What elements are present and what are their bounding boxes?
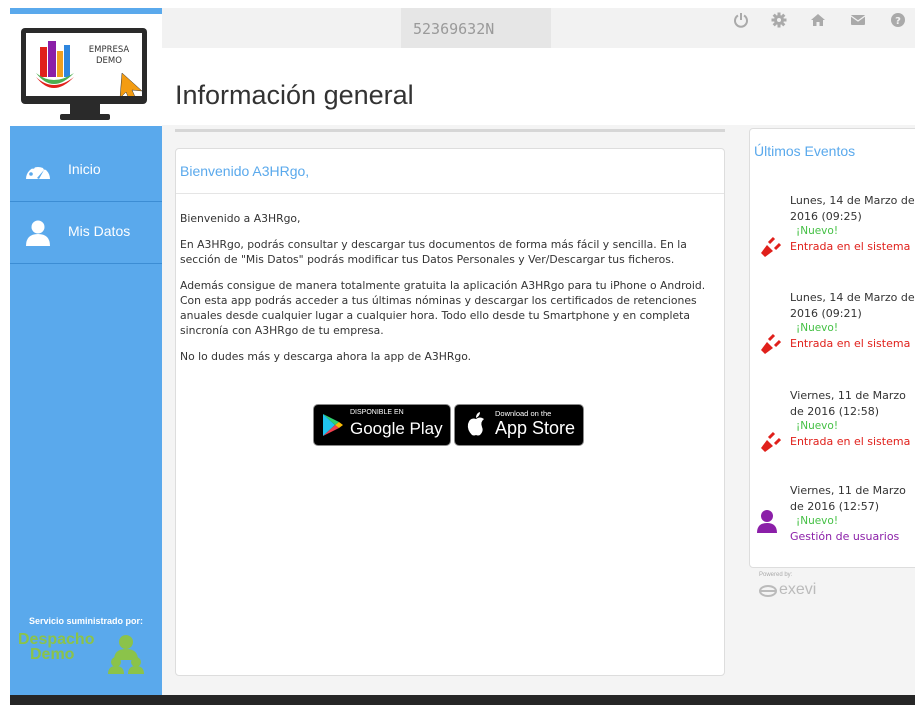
user-icon: [757, 510, 777, 533]
user-id-display: 52369632N: [401, 8, 551, 48]
sidebar: EMPRESA DEMO Inicio Mis Datos Servicio s…: [10, 8, 162, 695]
plug-icon: [756, 333, 781, 359]
events-panel: Últimos Eventos Lunes, 14 de Marzo de 20…: [749, 128, 915, 568]
app-store-big: App Store: [495, 418, 576, 438]
app-store-small: Download on the: [495, 409, 552, 418]
new-badge: ¡Nuevo!: [796, 225, 839, 237]
exevi-mark-icon: [759, 585, 777, 597]
dashboard-icon: [26, 162, 50, 179]
event-description: Entrada en el sistema: [790, 240, 911, 253]
mail-icon[interactable]: [850, 12, 866, 28]
people-icon: [108, 635, 144, 674]
event-date: Lunes, 14 de Marzo de 2016 (09:21): [790, 291, 915, 320]
event-date: Viernes, 11 de Marzo de 2016 (12:58): [790, 389, 906, 418]
logo-line-1: EMPRESA: [88, 45, 130, 55]
event-description: Gestión de usuarios: [790, 530, 900, 543]
events-heading: Últimos Eventos: [754, 143, 856, 159]
google-play-big: Google Play: [350, 419, 443, 438]
google-play-button[interactable]: DISPONIBLE EN Google Play: [313, 404, 451, 446]
user-icon: [26, 220, 50, 246]
monitor-screen: EMPRESA DEMO: [26, 33, 142, 96]
help-icon[interactable]: ?: [890, 12, 906, 28]
event-date: Lunes, 14 de Marzo de 2016 (09:25): [790, 194, 915, 223]
sidebar-item-mis-datos[interactable]: Mis Datos: [10, 201, 162, 264]
page-title: Información general: [175, 80, 414, 110]
play-store-icon: [323, 414, 343, 436]
welcome-paragraph: Además consigue de manera totalmente gra…: [180, 279, 706, 337]
monitor-stand: [70, 104, 100, 114]
power-icon[interactable]: [733, 12, 749, 28]
divider: [176, 193, 724, 194]
apple-icon: [467, 412, 484, 436]
google-play-small: DISPONIBLE EN: [350, 409, 404, 416]
welcome-paragraph: No lo dudes más y descarga ahora la app …: [180, 350, 472, 363]
sidebar-item-inicio[interactable]: Inicio: [10, 139, 162, 202]
user-id: 52369632N: [413, 20, 495, 38]
company-logo[interactable]: EMPRESA DEMO: [10, 8, 162, 126]
svg-text:?: ?: [895, 16, 901, 27]
new-badge: ¡Nuevo!: [796, 420, 839, 432]
event-description: Entrada en el sistema: [790, 337, 911, 350]
welcome-body: Bienvenido a A3HRgo, En A3HRgo, podrás c…: [180, 211, 718, 375]
monitor-base: [60, 114, 110, 120]
gear-icon[interactable]: [771, 12, 787, 28]
top-strip: [0, 0, 915, 8]
app-store-button[interactable]: Download on the App Store: [454, 404, 584, 446]
logo-line-2: DEMO: [96, 56, 122, 66]
new-badge: ¡Nuevo!: [796, 322, 839, 334]
provider-line-1: Despacho: [18, 631, 95, 648]
powered-by-label: Powered by:: [759, 572, 793, 578]
provider-logo: Despacho Demo: [18, 631, 144, 674]
plug-icon: [756, 431, 781, 457]
welcome-paragraph: Bienvenido a A3HRgo,: [180, 212, 301, 225]
plug-icon: [756, 236, 781, 262]
sidebar-item-label: Inicio: [68, 161, 101, 177]
home-icon[interactable]: [810, 12, 826, 28]
exevi-logo: exevi: [759, 581, 816, 599]
new-badge: ¡Nuevo!: [796, 515, 839, 527]
provider-line-2: Demo: [30, 646, 75, 663]
monitor-icon: EMPRESA DEMO: [21, 28, 147, 104]
event-description: Entrada en el sistema: [790, 435, 911, 448]
logo-text: EMPRESA DEMO: [76, 45, 142, 67]
welcome-heading: Bienvenido A3HRgo,: [180, 163, 310, 179]
title-divider: [175, 129, 725, 132]
event-date: Viernes, 11 de Marzo de 2016 (12:57): [790, 484, 906, 513]
welcome-paragraph: En A3HRgo, podrás consultar y descargar …: [180, 238, 687, 266]
service-label: Servicio suministrado por:: [28, 616, 144, 626]
bottom-bar: [10, 695, 915, 705]
sidebar-item-label: Mis Datos: [68, 223, 131, 239]
logo-top-bar: [10, 8, 162, 14]
